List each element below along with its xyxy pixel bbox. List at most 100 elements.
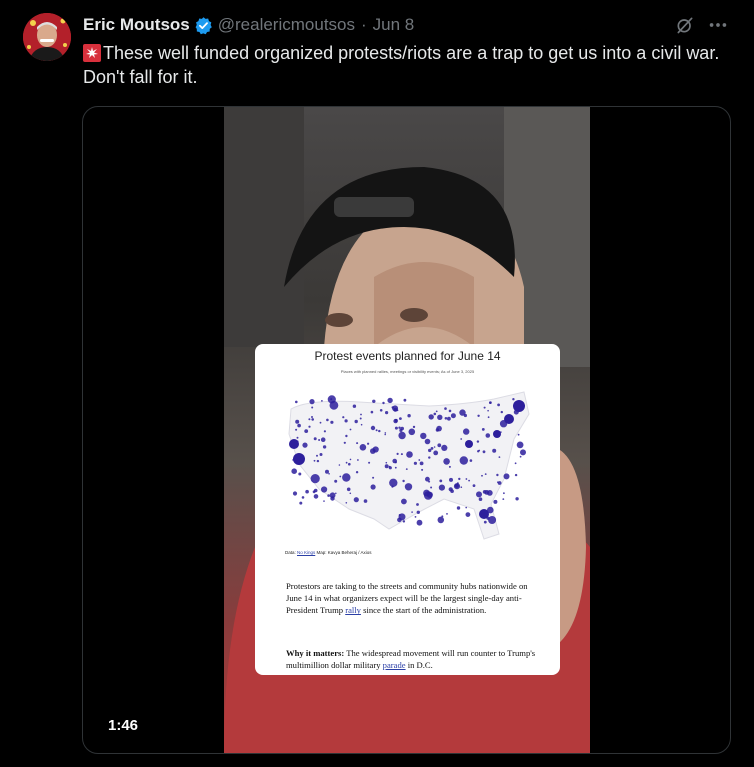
protest-event-dot bbox=[446, 513, 448, 515]
credit-prefix: Data: bbox=[285, 550, 298, 555]
protest-event-dot bbox=[414, 516, 417, 518]
protest-event-dot bbox=[355, 471, 359, 474]
tweet-date[interactable]: Jun 8 bbox=[373, 15, 415, 35]
protest-event-dot bbox=[448, 465, 451, 468]
protest-event-dot bbox=[465, 506, 467, 509]
protest-event-dot bbox=[483, 406, 486, 409]
protest-event-dot bbox=[441, 444, 448, 451]
protest-event-dot bbox=[514, 473, 518, 477]
protest-event-dot bbox=[400, 453, 403, 456]
protest-event-dot bbox=[465, 440, 473, 448]
protest-event-dot bbox=[399, 428, 403, 432]
protest-event-dot bbox=[463, 428, 470, 435]
protest-event-dot bbox=[367, 442, 370, 445]
tweet-body: These well funded organized protests/rio… bbox=[83, 43, 720, 87]
protest-event-dot bbox=[310, 474, 320, 484]
author-avatar[interactable] bbox=[23, 13, 71, 61]
protest-event-dot bbox=[430, 486, 433, 489]
protest-event-dot bbox=[437, 516, 445, 524]
protest-event-dot bbox=[516, 441, 524, 449]
verified-badge-icon[interactable] bbox=[194, 16, 213, 35]
protest-event-dot bbox=[348, 462, 351, 466]
protest-event-dot bbox=[433, 450, 439, 456]
protest-event-dot bbox=[411, 511, 413, 513]
map-title: Protest events planned for June 14 bbox=[314, 349, 501, 363]
protest-event-dot bbox=[482, 450, 486, 454]
author-name[interactable]: Eric Moutsos bbox=[83, 15, 190, 35]
protest-event-dot bbox=[456, 506, 461, 510]
protest-event-dot bbox=[465, 512, 471, 517]
author-handle[interactable]: @realericmoutsos bbox=[218, 15, 355, 35]
protest-event-dot bbox=[412, 425, 416, 429]
protest-event-dot bbox=[404, 483, 413, 491]
tweet-header: Eric Moutsos @realericmoutsos · Jun 8 bbox=[83, 14, 414, 36]
protest-event-dot bbox=[305, 489, 309, 494]
protest-event-dot bbox=[492, 448, 497, 453]
more-options-icon[interactable] bbox=[707, 15, 729, 35]
protest-event-dot bbox=[356, 442, 359, 445]
protest-event-dot bbox=[308, 425, 311, 428]
protest-event-dot bbox=[513, 400, 525, 412]
protest-event-dot bbox=[378, 429, 381, 433]
protest-event-dot bbox=[406, 451, 413, 458]
protest-event-dot bbox=[428, 414, 434, 420]
protest-event-dot bbox=[375, 429, 378, 432]
protest-event-dot bbox=[384, 433, 386, 436]
protest-event-dot bbox=[477, 414, 480, 417]
protest-event-dot bbox=[438, 484, 445, 491]
why-part-2: in D.C. bbox=[405, 660, 433, 671]
protest-event-dot bbox=[460, 486, 463, 488]
protest-event-dot bbox=[476, 491, 482, 498]
protest-event-dot bbox=[298, 472, 302, 476]
protest-event-dot bbox=[385, 461, 388, 464]
video-player[interactable]: Protest events planned for June 14 Place… bbox=[82, 106, 731, 754]
protest-event-dot bbox=[441, 515, 444, 518]
protest-event-dot bbox=[399, 417, 402, 420]
protest-event-dot bbox=[323, 430, 326, 433]
protest-event-dot bbox=[479, 509, 489, 519]
protest-event-dot bbox=[393, 407, 398, 412]
protest-event-dot bbox=[379, 409, 383, 412]
protest-event-dot bbox=[372, 399, 376, 403]
header-separator: · bbox=[361, 15, 367, 34]
protest-event-dot bbox=[308, 418, 311, 421]
protest-event-dot bbox=[359, 444, 367, 451]
protest-event-dot bbox=[493, 499, 498, 504]
protest-event-dot bbox=[520, 449, 526, 456]
protest-event-dot bbox=[407, 414, 411, 418]
protest-event-dot bbox=[295, 428, 298, 431]
protest-event-dot bbox=[444, 417, 448, 420]
us-protest-map bbox=[288, 391, 530, 540]
protest-event-dot bbox=[460, 438, 463, 440]
protest-event-dot bbox=[517, 433, 520, 436]
protest-event-dot bbox=[519, 455, 522, 458]
protest-event-dot bbox=[313, 494, 319, 499]
protest-event-dot bbox=[428, 456, 431, 459]
protest-event-dot bbox=[503, 492, 505, 495]
tweet-text: These well funded organized protests/rio… bbox=[83, 41, 733, 89]
protest-event-dot bbox=[328, 473, 330, 475]
protest-event-dot bbox=[295, 419, 300, 424]
protest-event-dot bbox=[354, 419, 358, 424]
protest-event-dot bbox=[349, 458, 352, 461]
protest-event-dot bbox=[456, 482, 459, 485]
protest-event-dot bbox=[487, 416, 490, 419]
protest-event-dot bbox=[293, 453, 305, 465]
protest-event-dot bbox=[388, 465, 391, 468]
protest-event-dot bbox=[488, 516, 497, 524]
protest-event-dot bbox=[398, 426, 401, 429]
protest-event-dot bbox=[401, 498, 407, 505]
video-frame[interactable]: Protest events planned for June 14 Place… bbox=[224, 107, 590, 753]
protest-event-dot bbox=[312, 490, 316, 494]
protest-event-dot bbox=[335, 492, 337, 495]
protest-event-dot bbox=[496, 473, 499, 477]
siren-emoji-icon bbox=[83, 44, 101, 62]
protest-event-dot bbox=[316, 459, 320, 463]
protest-event-dot bbox=[299, 501, 303, 505]
protest-event-dot bbox=[472, 484, 476, 487]
grok-icon[interactable] bbox=[675, 15, 695, 35]
protest-event-dot bbox=[311, 406, 314, 409]
protest-event-dot bbox=[319, 453, 323, 456]
protest-event-dot bbox=[448, 487, 453, 492]
protest-event-dot bbox=[338, 464, 341, 466]
